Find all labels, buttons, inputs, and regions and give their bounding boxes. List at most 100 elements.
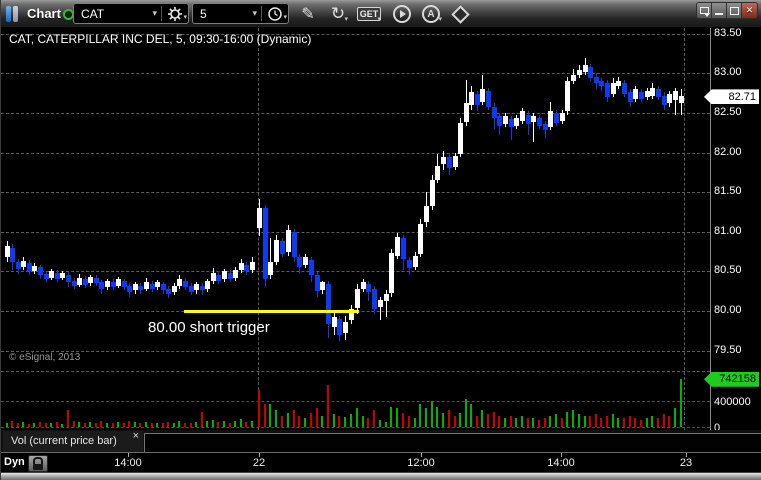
candle — [577, 70, 582, 75]
volume-bar — [245, 422, 247, 427]
volume-bar — [139, 423, 141, 427]
volume-bar — [123, 423, 125, 427]
candle — [441, 156, 446, 165]
volume-bar — [287, 413, 289, 427]
candle — [679, 96, 684, 104]
volume-bar — [184, 422, 186, 427]
volume-bar — [50, 423, 52, 427]
volume-bar — [344, 416, 346, 427]
time-axis-bar[interactable]: Dyn 14:00 22 12:00 14:00 23 — [1, 452, 761, 473]
volume-bar — [33, 422, 35, 427]
candle — [464, 103, 469, 123]
candle — [222, 271, 227, 280]
price-tick-label: 83.50 — [714, 28, 742, 39]
volume-bar — [281, 415, 283, 427]
candle — [407, 260, 412, 269]
volume-study-tab[interactable]: Vol (current price bar) × — [3, 431, 143, 452]
volume-bar — [408, 415, 410, 427]
price-tick-label: 82.50 — [714, 106, 742, 118]
symbol-input[interactable]: CAT — [74, 7, 148, 21]
rotate-layout-button[interactable] — [449, 4, 471, 24]
price-tick-label: 81.50 — [714, 185, 742, 198]
gear-dropdown-icon: ▾ — [183, 13, 187, 21]
volume-bar — [617, 417, 619, 427]
volume-bar — [258, 389, 260, 427]
volume-bar — [333, 414, 335, 427]
candle — [413, 255, 418, 267]
volume-study-tab-label: Vol (current price bar) — [11, 435, 117, 447]
candle — [418, 223, 423, 254]
volume-bar — [95, 423, 97, 427]
price-axis-line — [710, 28, 711, 430]
lock-button[interactable] — [28, 455, 48, 472]
interval-dropdown-icon[interactable]: ▾ — [248, 8, 261, 19]
volume-bar — [178, 421, 180, 427]
volume-bar — [304, 417, 306, 427]
volume-bar — [442, 413, 444, 427]
price-tick-label: 83.00 — [714, 66, 742, 79]
candle — [395, 237, 400, 256]
line-study-button[interactable]: ↻ ▾ — [327, 4, 349, 24]
volume-bar — [264, 403, 266, 427]
time-tick-label: 14:00 — [114, 457, 142, 469]
volume-bar — [448, 410, 450, 427]
volume-bar — [561, 417, 563, 427]
volume-bar — [431, 401, 433, 427]
volume-bar — [167, 422, 169, 427]
chart-plot-area[interactable]: CAT, CATERPILLAR INC DEL, 5, 09:30-16:00… — [1, 28, 761, 430]
candle — [389, 253, 394, 293]
candle — [127, 285, 132, 292]
symbol-dropdown-icon[interactable]: ▾ — [148, 8, 161, 19]
volume-bar — [538, 419, 540, 427]
volume-bar — [396, 408, 398, 427]
candle — [673, 90, 678, 101]
get-data-button[interactable]: GET ▾ — [356, 4, 382, 24]
play-button[interactable] — [391, 4, 413, 24]
volume-bar — [28, 423, 30, 427]
candle — [116, 279, 121, 286]
trigger-annotation-text[interactable]: 80.00 short trigger — [148, 319, 270, 336]
candle — [257, 208, 262, 228]
volume-bar — [356, 408, 358, 427]
auto-study-button[interactable]: A ▾ — [419, 4, 443, 24]
candle — [105, 280, 110, 288]
volume-bar — [481, 410, 483, 427]
candle — [548, 111, 553, 128]
symbol-settings-button[interactable]: ▾ — [162, 6, 188, 22]
volume-bar — [22, 422, 24, 427]
close-icon: ✕ — [745, 5, 754, 15]
candle — [605, 82, 610, 98]
minimize-button[interactable] — [712, 3, 727, 18]
volume-bar — [646, 417, 648, 427]
draw-tool-button[interactable]: ✎ — [298, 4, 318, 24]
candle — [372, 288, 377, 310]
candle — [297, 257, 302, 268]
candle — [66, 274, 71, 283]
candle — [216, 274, 221, 281]
clock-dropdown-icon: ▾ — [283, 13, 287, 21]
last-price-badge: 82.71 — [704, 89, 759, 105]
candle — [32, 265, 37, 272]
candle — [233, 269, 238, 278]
candle — [194, 284, 199, 291]
trigger-annotation-line[interactable] — [184, 310, 359, 313]
candle — [320, 282, 325, 291]
popout-button[interactable] — [697, 3, 712, 18]
time-tick-label: 23 — [679, 457, 693, 469]
volume-bar — [134, 422, 136, 427]
candle — [49, 271, 54, 278]
copyright-text: © eSignal, 2013 — [9, 352, 81, 363]
maximize-button[interactable] — [727, 3, 742, 18]
price-tick-label: 80.00 — [714, 304, 742, 316]
candle — [486, 90, 491, 107]
tab-close-icon[interactable]: × — [133, 431, 139, 442]
volume-bar — [454, 415, 456, 427]
interval-input[interactable]: 5 — [193, 7, 248, 21]
volume-bar — [527, 417, 529, 427]
time-template-button[interactable]: ▾ — [262, 6, 288, 22]
volume-bar — [521, 415, 523, 427]
volume-bar — [251, 420, 253, 427]
volume-bar — [56, 422, 58, 427]
volume-bar — [623, 417, 625, 427]
close-button[interactable]: ✕ — [742, 3, 757, 18]
